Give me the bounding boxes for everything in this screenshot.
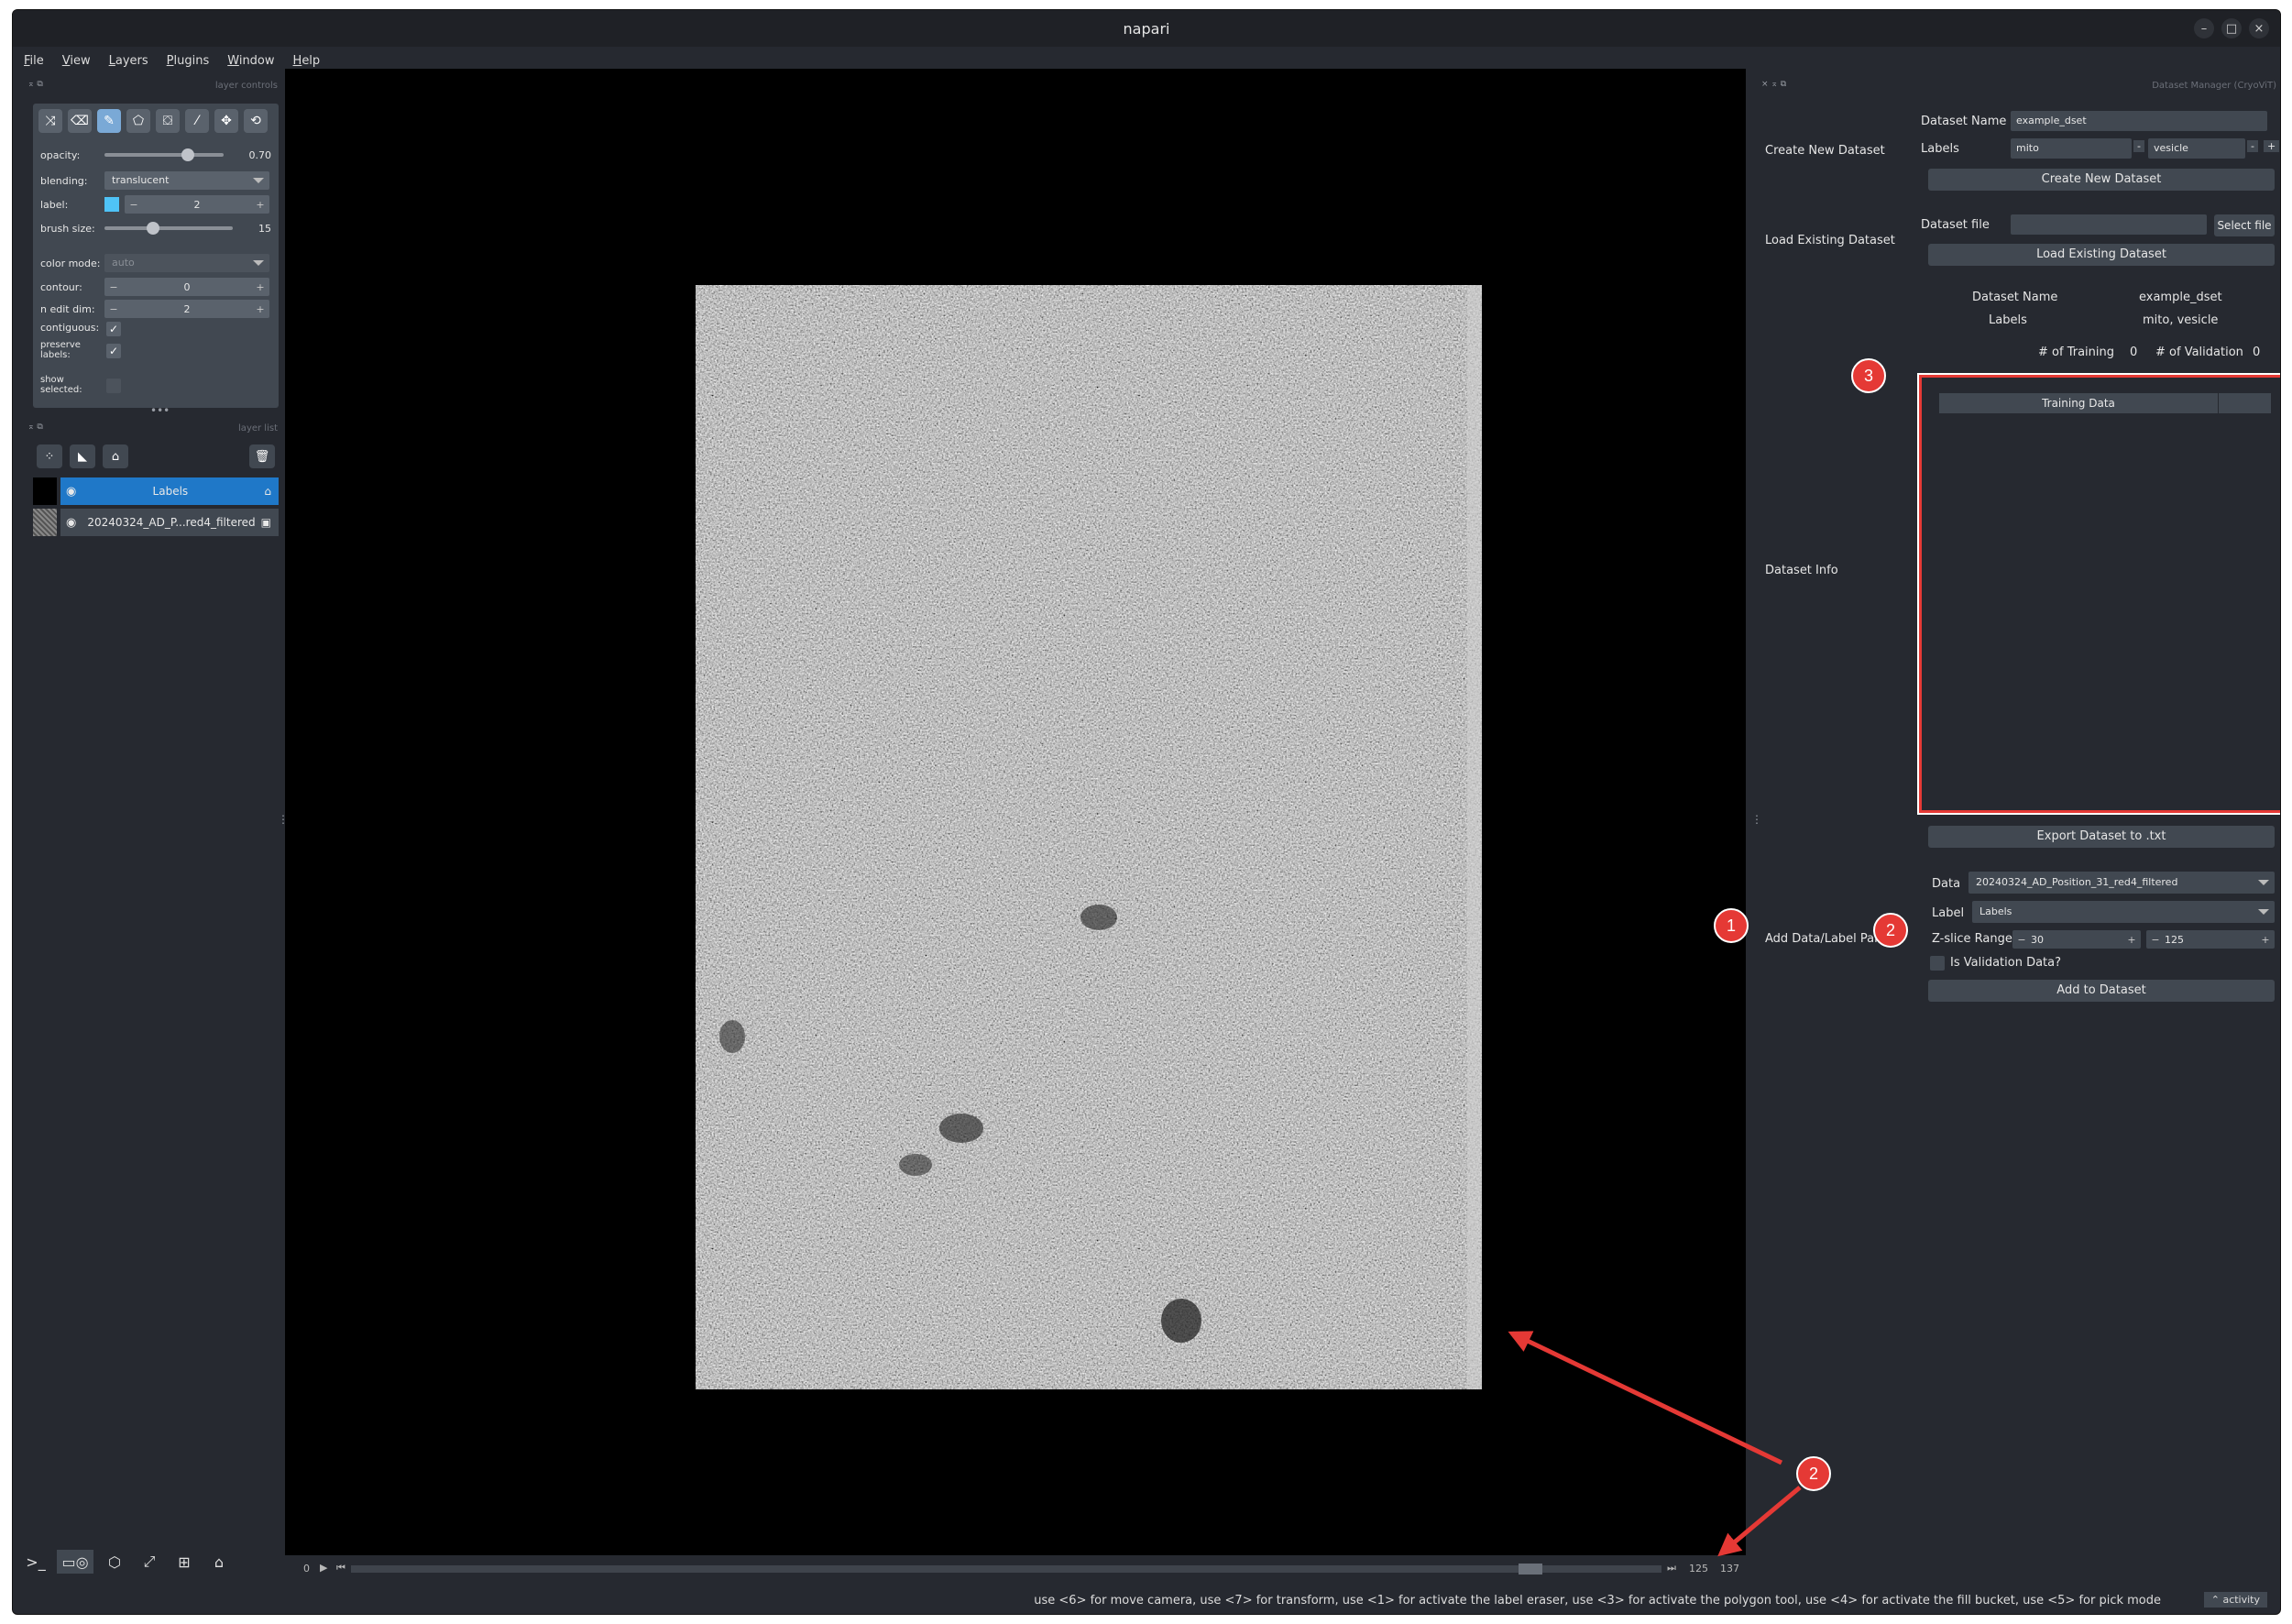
arrow-to-image — [1508, 1331, 1783, 1465]
annotation-arrows — [1508, 1331, 1802, 1557]
arrow-to-slider — [1717, 1486, 1802, 1557]
napari-window: napari – □ × File View Layers Plugins Wi… — [12, 9, 2281, 1615]
